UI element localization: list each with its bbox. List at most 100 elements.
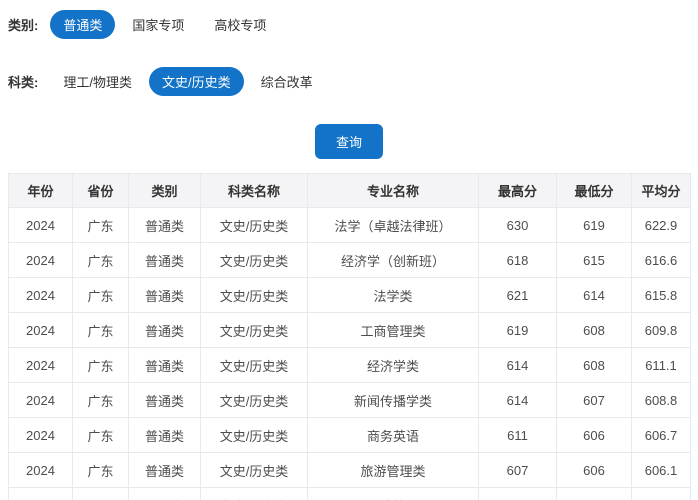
results-table: 年份 省份 类别 科类名称 专业名称 最高分 最低分 平均分 2024 广东 普… xyxy=(8,173,691,500)
table-cell: 普通类 xyxy=(128,277,201,313)
table-cell: 商务英语 xyxy=(307,417,479,453)
table-header-row: 年份 省份 类别 科类名称 专业名称 最高分 最低分 平均分 xyxy=(8,173,691,208)
table-cell: 609.8 xyxy=(631,312,691,348)
header-cell-min-score: 最低分 xyxy=(556,173,632,208)
table-cell: 普通类 xyxy=(128,242,201,278)
table-cell: 普通类 xyxy=(128,452,201,488)
table-cell: 621 xyxy=(478,277,557,313)
table-cell: 文史/历史类 xyxy=(200,347,308,383)
table-cell: 2024 xyxy=(8,487,73,500)
admission-scores-page: 类别: 普通类 国家专项 高校专项 科类: 理工/物理类 文史/历史类 综合改革… xyxy=(0,0,698,500)
table-cell: 法学类 xyxy=(307,277,479,313)
table-cell: 608 xyxy=(556,312,632,348)
header-cell-province: 省份 xyxy=(72,173,129,208)
table-cell: 文史/历史类 xyxy=(200,452,308,488)
table-cell: 文史/历史类 xyxy=(200,382,308,418)
header-cell-avg-score: 平均分 xyxy=(631,173,691,208)
subject-option-ligong[interactable]: 理工/物理类 xyxy=(50,67,145,96)
table-cell: 新闻传播学类 xyxy=(307,382,479,418)
table-cell: 广东 xyxy=(72,207,129,243)
table-cell: 622.9 xyxy=(631,207,691,243)
table-cell: 614 xyxy=(556,277,632,313)
table-cell: 广东 xyxy=(72,242,129,278)
table-cell: 606 xyxy=(556,452,632,488)
table-cell: 广东 xyxy=(72,347,129,383)
table-cell: 普通类 xyxy=(128,487,201,500)
table-cell: 2024 xyxy=(8,452,73,488)
table-cell: 普通类 xyxy=(128,417,201,453)
table-cell: 608 xyxy=(478,487,557,500)
table-cell: 611 xyxy=(478,417,557,453)
header-cell-max-score: 最高分 xyxy=(478,173,557,208)
table-cell: 2024 xyxy=(8,347,73,383)
table-cell: 广东 xyxy=(72,417,129,453)
filter-row-category: 类别: 普通类 国家专项 高校专项 xyxy=(8,10,690,39)
table-cell: 行政管理 xyxy=(307,487,479,500)
table-cell: 普通类 xyxy=(128,347,201,383)
table-cell: 606.7 xyxy=(631,417,691,453)
table-row: 2024 广东 普通类 文史/历史类 法学类 621 614 615.8 xyxy=(8,277,691,313)
table-cell: 经济学类 xyxy=(307,347,479,383)
filter-row-subject: 科类: 理工/物理类 文史/历史类 综合改革 xyxy=(8,67,690,96)
header-cell-major: 专业名称 xyxy=(307,173,479,208)
table-cell: 615.8 xyxy=(631,277,691,313)
table-cell: 608.8 xyxy=(631,382,691,418)
table-cell: 2024 xyxy=(8,207,73,243)
table-cell: 607 xyxy=(478,452,557,488)
header-cell-year: 年份 xyxy=(8,173,73,208)
table-cell: 普通类 xyxy=(128,382,201,418)
table-cell: 2024 xyxy=(8,312,73,348)
table-row: 2024 广东 普通类 文史/历史类 商务英语 611 606 606.7 xyxy=(8,417,691,453)
table-cell: 2024 xyxy=(8,242,73,278)
table-cell: 619 xyxy=(478,312,557,348)
subject-option-zonghegaige[interactable]: 综合改革 xyxy=(248,67,326,96)
table-cell: 文史/历史类 xyxy=(200,277,308,313)
table-row: 2024 广东 普通类 文史/历史类 行政管理 608 606 607.2 xyxy=(8,487,691,500)
table-row: 2024 广东 普通类 文史/历史类 旅游管理类 607 606 606.1 xyxy=(8,452,691,488)
category-option-putonglei[interactable]: 普通类 xyxy=(50,10,116,39)
table-cell: 606 xyxy=(556,417,632,453)
table-cell: 615 xyxy=(556,242,632,278)
table-cell: 606 xyxy=(556,487,632,500)
table-cell: 广东 xyxy=(72,312,129,348)
table-cell: 广东 xyxy=(72,487,129,500)
table-cell: 文史/历史类 xyxy=(200,487,308,500)
table-cell: 文史/历史类 xyxy=(200,242,308,278)
table-row: 2024 广东 普通类 文史/历史类 工商管理类 619 608 609.8 xyxy=(8,312,691,348)
table-cell: 旅游管理类 xyxy=(307,452,479,488)
category-option-guojiazhuanxiang[interactable]: 国家专项 xyxy=(119,10,197,39)
table-cell: 607.2 xyxy=(631,487,691,500)
table-cell: 618 xyxy=(478,242,557,278)
table-row: 2024 广东 普通类 文史/历史类 新闻传播学类 614 607 608.8 xyxy=(8,382,691,418)
table-row: 2024 广东 普通类 文史/历史类 经济学（创新班） 618 615 616.… xyxy=(8,242,691,278)
table-cell: 616.6 xyxy=(631,242,691,278)
table-cell: 2024 xyxy=(8,382,73,418)
query-button-row: 查询 xyxy=(8,124,690,159)
query-button[interactable]: 查询 xyxy=(314,124,383,159)
table-cell: 文史/历史类 xyxy=(200,417,308,453)
category-option-gaoxiaozhuanxiang[interactable]: 高校专项 xyxy=(201,10,279,39)
table-cell: 607 xyxy=(556,382,632,418)
table-cell: 文史/历史类 xyxy=(200,312,308,348)
table-cell: 611.1 xyxy=(631,347,691,383)
table-row: 2024 广东 普通类 文史/历史类 经济学类 614 608 611.1 xyxy=(8,347,691,383)
subject-filter-label: 科类: xyxy=(8,75,39,90)
table-cell: 630 xyxy=(478,207,557,243)
subject-option-wenshi[interactable]: 文史/历史类 xyxy=(148,67,244,96)
table-cell: 广东 xyxy=(72,277,129,313)
table-cell: 2024 xyxy=(8,417,73,453)
table-cell: 608 xyxy=(556,347,632,383)
table-cell: 614 xyxy=(478,382,557,418)
table-cell: 614 xyxy=(478,347,557,383)
table-cell: 619 xyxy=(556,207,632,243)
table-cell: 普通类 xyxy=(128,207,201,243)
header-cell-subject: 科类名称 xyxy=(200,173,308,208)
table-cell: 606.1 xyxy=(631,452,691,488)
table-cell: 广东 xyxy=(72,382,129,418)
table-cell: 广东 xyxy=(72,452,129,488)
table-cell: 普通类 xyxy=(128,312,201,348)
table-cell: 法学（卓越法律班） xyxy=(307,207,479,243)
table-cell: 经济学（创新班） xyxy=(307,242,479,278)
table-cell: 工商管理类 xyxy=(307,312,479,348)
table-cell: 文史/历史类 xyxy=(200,207,308,243)
